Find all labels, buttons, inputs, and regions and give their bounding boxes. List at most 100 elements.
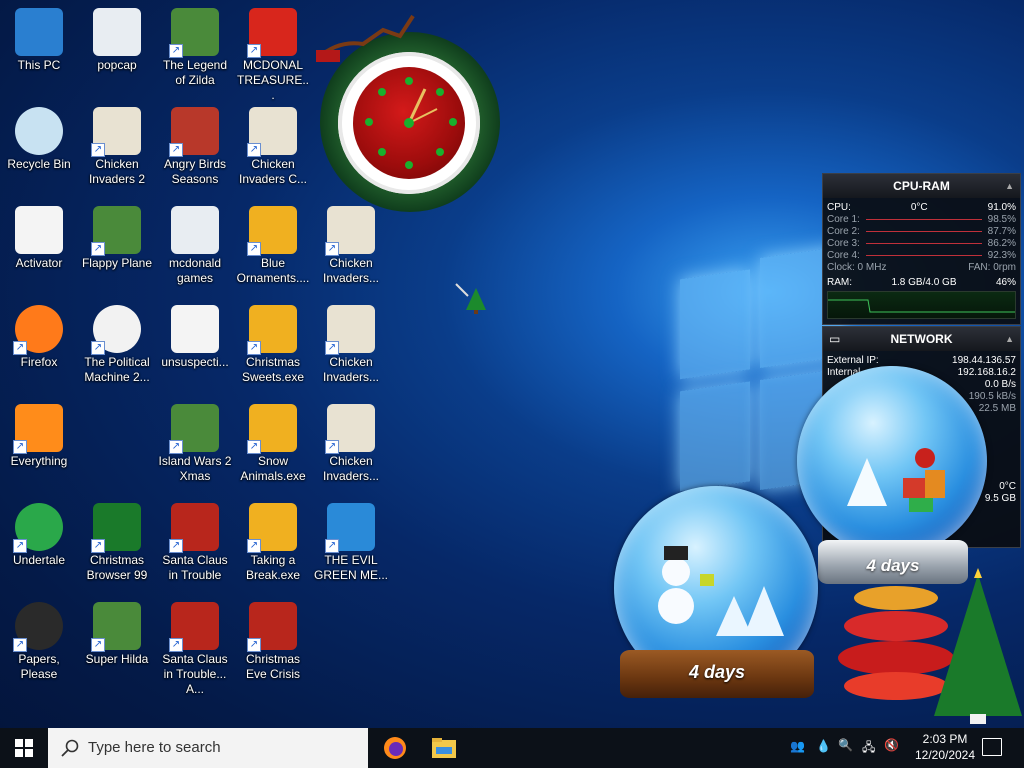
shortcut-arrow-icon: ↗ [13, 440, 27, 454]
desktop-icon-label: Christmas Sweets.exe [241, 355, 305, 384]
core-value: 87.7% [987, 226, 1016, 237]
network-rate: 0.0 B/s [984, 379, 1016, 390]
drop-icon[interactable]: 💧 [816, 739, 831, 753]
christmas-tree-icon: ↗ [91, 503, 141, 553]
desktop-icon[interactable]: ↗ The Political Machine 2... [78, 301, 156, 397]
desktop-icon[interactable]: This PC [0, 4, 78, 100]
shortcut-arrow-icon: ↗ [91, 143, 105, 157]
snow-globe-right[interactable] [797, 366, 987, 556]
installer-icon: ↗ [247, 503, 297, 553]
windows-start-icon [15, 739, 33, 757]
desktop-icon[interactable]: ↗ Angry Birds Seasons [156, 103, 234, 199]
desktop-icon[interactable]: ↗ The Legend of Zilda [156, 4, 234, 100]
desktop-icon[interactable]: ↗ Santa Claus in Trouble [156, 499, 234, 595]
shortcut-arrow-icon: ↗ [91, 242, 105, 256]
desktop-icon[interactable]: Recycle Bin [0, 103, 78, 199]
desktop-icon[interactable]: ↗ Super Hilda [78, 598, 156, 694]
desktop-icon[interactable]: ↗ Christmas Eve Crisis [234, 598, 312, 694]
shortcut-arrow-icon: ↗ [247, 242, 261, 256]
notification-icon[interactable] [982, 738, 1002, 756]
desktop-icon-label: Recycle Bin [7, 157, 71, 171]
collapse-icon[interactable]: ▲ [1005, 327, 1014, 351]
desktop-icon[interactable]: ↗ MCDONAL TREASURE... [234, 4, 312, 102]
desktop-icon[interactable]: ↗ Flappy Plane [78, 202, 156, 298]
desktop-icon[interactable]: Activator [0, 202, 78, 298]
shortcut-arrow-icon: ↗ [13, 341, 27, 355]
desktop-icon-label: The Political Machine 2... [84, 355, 150, 384]
shortcut-arrow-icon: ↗ [169, 539, 183, 553]
desktop-icon[interactable]: ↗ Undertale [0, 499, 78, 595]
desktop-icon[interactable]: unsuspecti... [156, 301, 234, 397]
desktop-icon[interactable]: ↗ THE EVIL GREEN ME... [312, 499, 390, 595]
ram-value: 1.8 GB/4.0 GB [891, 277, 957, 288]
desktop-icon[interactable]: ↗ Chicken Invaders C... [234, 103, 312, 199]
shortcut-arrow-icon: ↗ [91, 539, 105, 553]
clock-fan-row: Clock: 0 MHz FAN: 0rpm [823, 262, 1020, 274]
desktop-icon[interactable]: ↗ Firefox [0, 301, 78, 397]
desktop-icon[interactable]: ↗ Chicken Invaders... [312, 301, 390, 397]
core-list: Core 1: 98.5% Core 2: 87.7% Core 3: 86.2% Core… [823, 214, 1020, 262]
everything-tray-icon[interactable]: 🔍 [838, 738, 853, 752]
core-label: Core 3: [827, 238, 860, 249]
desktop-icon[interactable]: ↗ Chicken Invaders... [312, 400, 390, 496]
cpu-row: CPU: 0°C 91.0% [823, 202, 1020, 214]
desktop-icon[interactable]: ↗ Taking a Break.exe [234, 499, 312, 595]
taskbar-file-explorer-button[interactable] [430, 734, 458, 762]
desktop-icon[interactable]: ↗ Chicken Invaders 2 [78, 103, 156, 199]
cpu-clock: Clock: 0 MHz [827, 262, 887, 273]
desktop-icon[interactable]: popcap [78, 4, 156, 100]
shortcut-arrow-icon: ↗ [13, 539, 27, 553]
cpu-ram-gadget[interactable]: CPU-RAM ▲ CPU: 0°C 91.0% Core 1: 98.5% Cor… [822, 173, 1021, 325]
desktop-icon-label: Chicken Invaders... [322, 454, 380, 483]
game-icon: ↗ [169, 8, 219, 58]
desktop-icon[interactable]: ↗ Christmas Browser 99 [78, 499, 156, 595]
taskbar-search-box[interactable]: Type here to search [48, 728, 368, 768]
search-placeholder: Type here to search [88, 739, 221, 756]
core-bar [865, 255, 982, 256]
network-icon[interactable]: 🖧 [862, 738, 875, 759]
volume-muted-icon[interactable]: 🔇 [884, 738, 899, 752]
desktop-icon[interactable]: mcdonald games [156, 202, 234, 298]
taskbar-clock[interactable]: 2:03 PM 12/20/2024 [910, 731, 980, 763]
shortcut-arrow-icon: ↗ [169, 440, 183, 454]
installer-icon: ↗ [247, 404, 297, 454]
desktop-icon[interactable]: ↗ Blue Ornaments.... [234, 202, 312, 298]
christmas-decorations-icon [838, 568, 1022, 724]
santa-icon: ↗ [247, 602, 297, 652]
globe-left-base: 4 days [620, 650, 814, 698]
people-icon[interactable]: 👥 [790, 739, 805, 753]
collapse-icon[interactable]: ▲ [1005, 174, 1014, 198]
start-button[interactable] [0, 728, 48, 768]
network-title: NETWORK [890, 332, 953, 346]
ram-graph [827, 291, 1016, 319]
shortcut-arrow-icon: ↗ [13, 638, 27, 652]
christmas-clock-gadget[interactable] [308, 10, 518, 220]
shortcut-arrow-icon: ↗ [91, 638, 105, 652]
third-size: 9.5 GB [984, 493, 1016, 504]
globe-left-days: 4 days [688, 662, 746, 682]
folder-icon [93, 8, 141, 56]
desktop-icon[interactable]: ↗ Santa Claus in Trouble... A... [156, 598, 234, 696]
core-label: Core 2: [827, 226, 860, 237]
desktop-icon-label: Firefox [20, 355, 58, 369]
desktop-icon-label: Christmas Eve Crisis [245, 652, 300, 681]
shortcut-arrow-icon: ↗ [247, 539, 261, 553]
desktop-icon[interactable]: ↗ Everything [0, 400, 78, 496]
desktop-icon[interactable]: ↗ Island Wars 2 Xmas [156, 400, 234, 496]
desktop-icon-label: Christmas Browser 99 [86, 553, 148, 582]
desktop-icon-label: Chicken Invaders C... [238, 157, 308, 186]
ram-graph-line [828, 299, 1015, 313]
monitor-icon: ▭ [829, 332, 841, 346]
computer-icon [15, 8, 63, 56]
cpu-fan: FAN: 0rpm [968, 262, 1016, 273]
taskbar-firefox-button[interactable] [381, 734, 409, 762]
desktop-icon[interactable]: ↗ Christmas Sweets.exe [234, 301, 312, 397]
shortcut-arrow-icon: ↗ [247, 440, 261, 454]
desktop-icon[interactable]: ↗ Papers, Please [0, 598, 78, 694]
cpu-value: 91.0% [987, 202, 1016, 213]
folder-icon [432, 738, 456, 758]
chicken-icon: ↗ [91, 107, 141, 157]
desktop-icon-label: Santa Claus in Trouble... A... [162, 652, 228, 696]
desktop-icon[interactable]: ↗ Snow Animals.exe [234, 400, 312, 496]
desktop-icon-label: Everything [10, 454, 68, 468]
